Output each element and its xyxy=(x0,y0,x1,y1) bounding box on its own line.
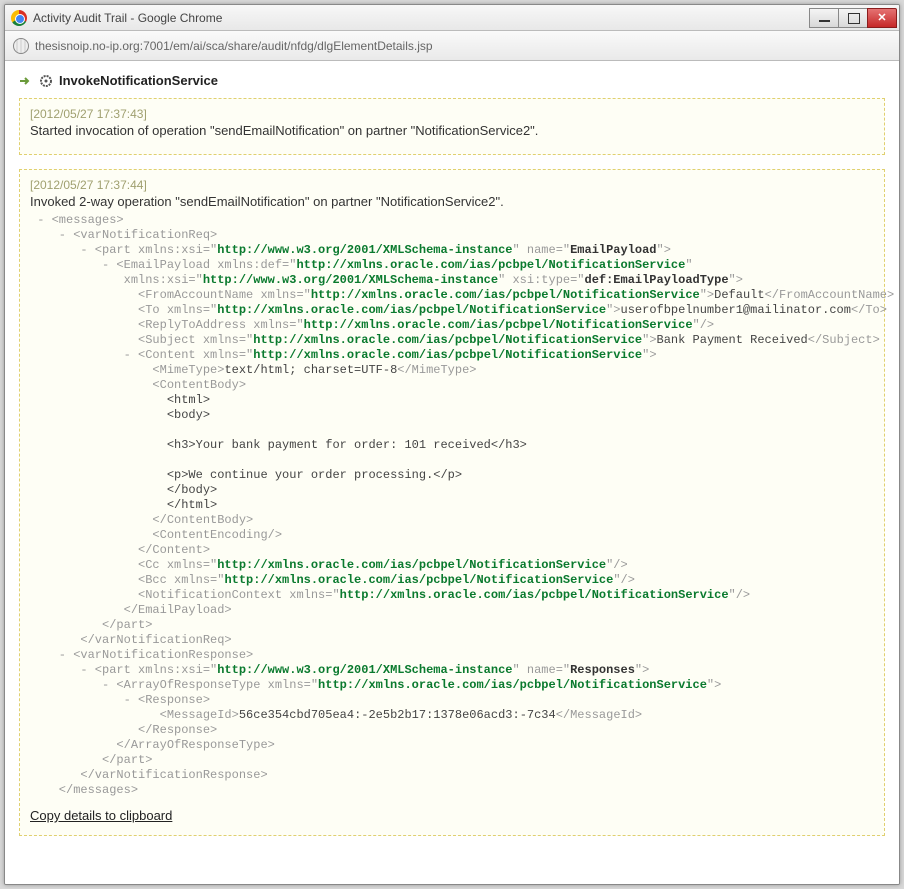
xml-attr-value: http://xmlns.oracle.com/ias/pcbpel/Notif… xyxy=(253,348,642,362)
titlebar: Activity Audit Trail - Google Chrome xyxy=(5,5,899,31)
xml-attr-value: http://xmlns.oracle.com/ias/pcbpel/Notif… xyxy=(304,318,693,332)
event-message: Invoked 2-way operation "sendEmailNotifi… xyxy=(30,194,874,209)
browser-window: Activity Audit Trail - Google Chrome the… xyxy=(4,4,900,885)
xml-text: userofbpelnumber1@mailinator.com xyxy=(621,303,851,317)
xml-attr-value: http://xmlns.oracle.com/ias/pcbpel/Notif… xyxy=(253,333,642,347)
xml-text: <p>We continue your order processing.</p… xyxy=(167,468,462,482)
xml-text: </body> xyxy=(167,483,217,497)
xml-attr-value: http://www.w3.org/2001/XMLSchema-instanc… xyxy=(203,273,498,287)
event-panel-2: [2012/05/27 17:37:44] Invoked 2-way oper… xyxy=(19,169,885,836)
page-content: InvokeNotificationService [2012/05/27 17… xyxy=(5,61,899,884)
xml-text: text/html; charset=UTF-8 xyxy=(224,363,397,377)
xml-text: <h3>Your bank payment for order: 101 rec… xyxy=(167,438,527,452)
xml-text: 56ce354cbd705ea4:-2e5b2b17:1378e06acd3:-… xyxy=(239,708,556,722)
event-panel-1: [2012/05/27 17:37:43] Started invocation… xyxy=(19,98,885,155)
window-title: Activity Audit Trail - Google Chrome xyxy=(33,11,810,25)
xml-attr-value: http://xmlns.oracle.com/ias/pcbpel/Notif… xyxy=(318,678,707,692)
xml-attr-value: http://xmlns.oracle.com/ias/pcbpel/Notif… xyxy=(217,558,606,572)
activity-title: InvokeNotificationService xyxy=(59,73,218,88)
xml-attr-value: http://xmlns.oracle.com/ias/pcbpel/Notif… xyxy=(224,573,613,587)
copy-details-link[interactable]: Copy details to clipboard xyxy=(30,808,172,823)
xml-text: </html> xyxy=(167,498,217,512)
xml-payload: - <messages> - <varNotificationReq> - <p… xyxy=(30,213,874,798)
xml-attr-value: http://xmlns.oracle.com/ias/pcbpel/Notif… xyxy=(311,288,700,302)
xml-attr-value: http://www.w3.org/2001/XMLSchema-instanc… xyxy=(217,243,512,257)
maximize-button[interactable] xyxy=(838,8,868,28)
xml-attr-value: Responses xyxy=(570,663,635,677)
gear-icon xyxy=(39,74,53,88)
close-button[interactable] xyxy=(867,8,897,28)
xml-attr-value: http://xmlns.oracle.com/ias/pcbpel/Notif… xyxy=(340,588,729,602)
chrome-icon xyxy=(11,10,27,26)
window-controls xyxy=(810,8,897,28)
address-bar: thesisnoip.no-ip.org:7001/em/ai/sca/shar… xyxy=(5,31,899,61)
xml-text: <body> xyxy=(167,408,210,422)
xml-attr-value: http://www.w3.org/2001/XMLSchema-instanc… xyxy=(217,663,512,677)
url-text: thesisnoip.no-ip.org:7001/em/ai/sca/shar… xyxy=(35,39,433,53)
xml-text: Bank Payment Received xyxy=(657,333,808,347)
event-message: Started invocation of operation "sendEma… xyxy=(30,123,874,138)
event-timestamp: [2012/05/27 17:37:43] xyxy=(30,107,874,121)
activity-header: InvokeNotificationService xyxy=(19,73,885,88)
xml-attr-value: http://xmlns.oracle.com/ias/pcbpel/Notif… xyxy=(296,258,685,272)
xml-attr-value: http://xmlns.oracle.com/ias/pcbpel/Notif… xyxy=(217,303,606,317)
event-timestamp: [2012/05/27 17:37:44] xyxy=(30,178,874,192)
minimize-button[interactable] xyxy=(809,8,839,28)
xml-text: Default xyxy=(714,288,764,302)
globe-icon xyxy=(13,38,29,54)
xml-attr-value: EmailPayload xyxy=(570,243,656,257)
xml-attr-value: def:EmailPayloadType xyxy=(585,273,729,287)
xml-text: <html> xyxy=(167,393,210,407)
arrow-icon xyxy=(19,74,33,88)
